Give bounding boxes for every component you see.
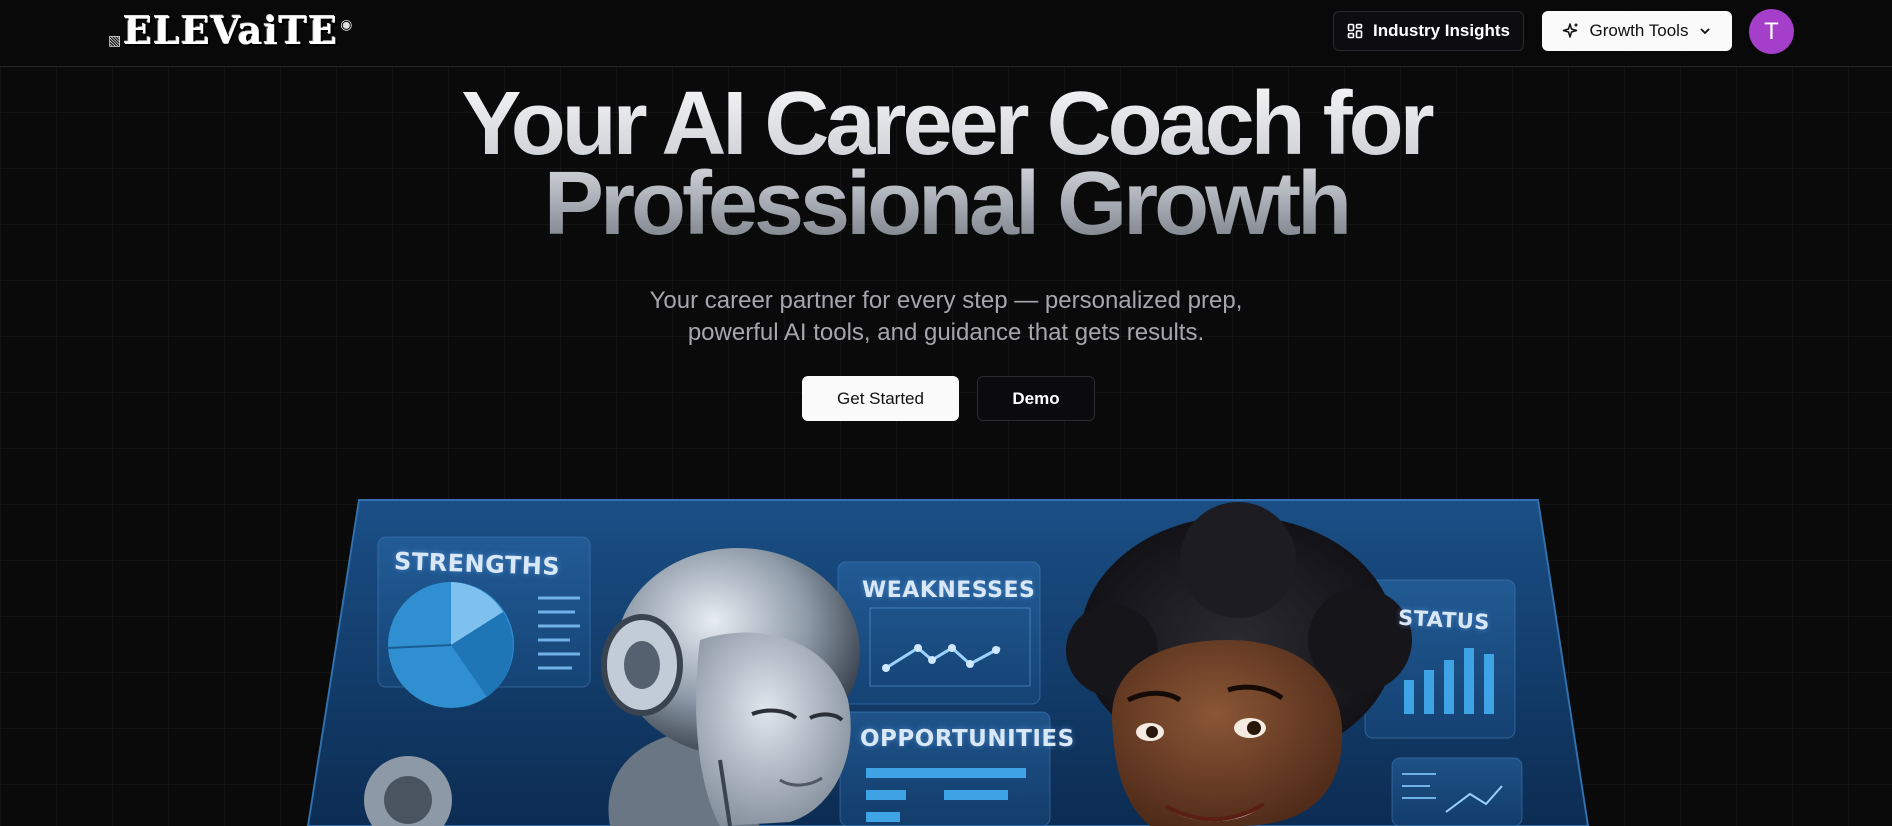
dashboard-grid-icon bbox=[1347, 23, 1363, 39]
hero-title: Your AI Career Coach for Professional Gr… bbox=[0, 84, 1892, 244]
logo-decoration-icon: ▧ bbox=[108, 31, 122, 48]
growth-tools-label: Growth Tools bbox=[1589, 21, 1689, 40]
hero-subtitle-line-2: powerful AI tools, and guidance that get… bbox=[687, 319, 1205, 346]
chevron-down-icon bbox=[1698, 24, 1712, 38]
opportunities-label: OPPORTUNITIES bbox=[860, 726, 1075, 752]
hero-subtitle-line-1: Your career partner for every step — per… bbox=[649, 287, 1243, 314]
get-started-button[interactable]: Get Started bbox=[802, 376, 959, 421]
hero-title-line-2: Professional Growth bbox=[543, 154, 1349, 254]
weaknesses-label: WEAKNESSES bbox=[862, 578, 1036, 603]
industry-insights-label: Industry Insights bbox=[1373, 21, 1510, 40]
hero-subtitle: Your career partner for every step — per… bbox=[0, 285, 1892, 349]
growth-tools-dropdown[interactable]: Growth Tools bbox=[1542, 11, 1732, 51]
hero-title-line-1: Your AI Career Coach for bbox=[461, 74, 1431, 174]
top-navbar: ▧ ELEVaiTE ◉ Industry Insights Growth To… bbox=[0, 0, 1892, 67]
logo-decoration-icon: ◉ bbox=[340, 15, 353, 32]
logo-text: ELEVaiTE bbox=[123, 7, 339, 53]
industry-insights-button[interactable]: Industry Insights bbox=[1333, 11, 1524, 51]
demo-button[interactable]: Demo bbox=[977, 376, 1095, 421]
status-label: STATUS bbox=[1397, 605, 1491, 635]
brand-logo[interactable]: ▧ ELEVaiTE ◉ bbox=[108, 7, 353, 53]
sparkles-icon bbox=[1562, 22, 1580, 40]
strengths-label: STRENGTHS bbox=[393, 547, 561, 581]
user-avatar[interactable]: T bbox=[1749, 9, 1794, 54]
